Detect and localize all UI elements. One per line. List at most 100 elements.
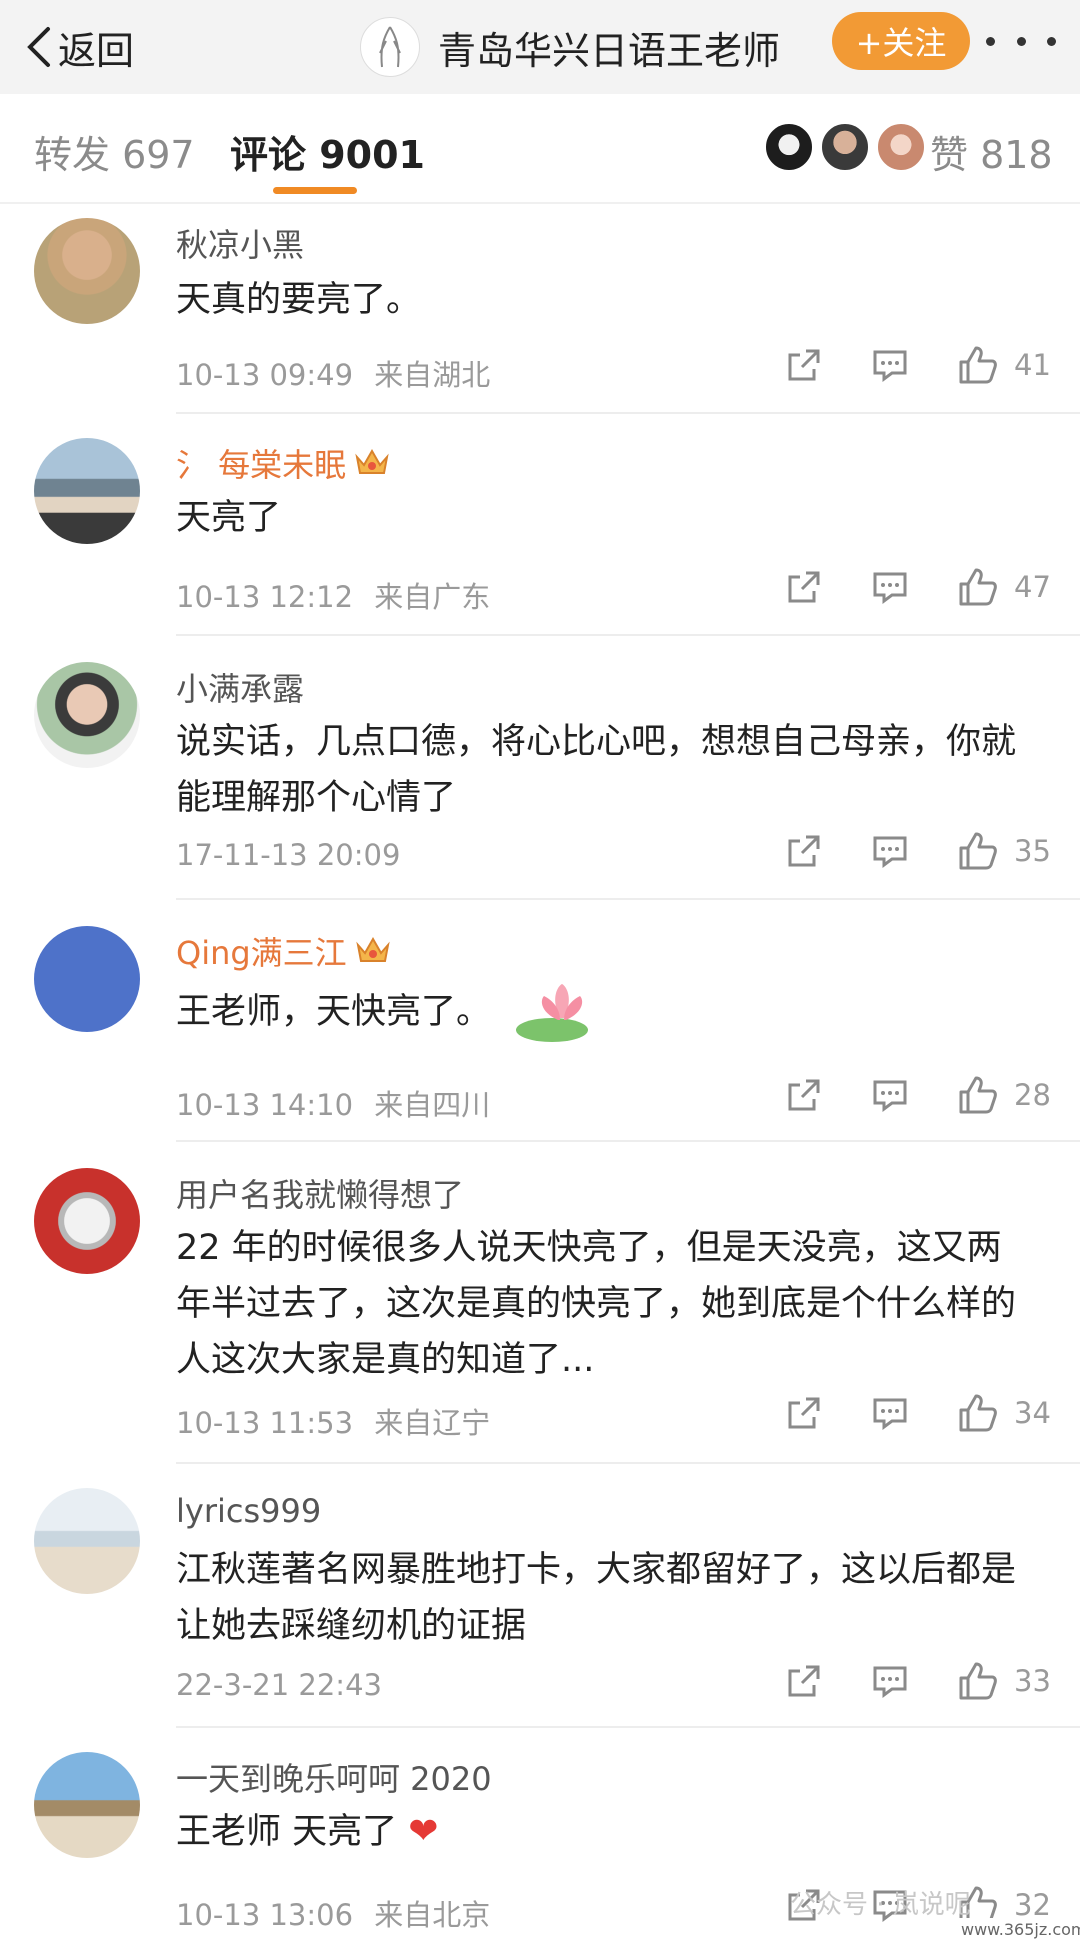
comment-username[interactable]: 用户名我就懒得想了 — [176, 1170, 464, 1216]
comment-item: lyrics999 江秋莲著名网暴胜地打卡，大家都留好了，这以后都是让她去踩缝纫… — [0, 1464, 1080, 1728]
avatar[interactable] — [764, 122, 814, 172]
comment-text: 22 年的时候很多人说天快亮了，但是天没亮，这又两年半过去了，这次是真的快亮了，… — [176, 1228, 1017, 1380]
comment-text-content: 王老师，天快亮了。 — [176, 992, 492, 1032]
comment-time: 22-3-21 22:43 — [176, 1668, 382, 1702]
comment-text: 王老师 天亮了 ❤ — [176, 1804, 1036, 1860]
like-button[interactable]: 35 — [958, 832, 1051, 870]
thumbs-up-icon — [959, 832, 997, 870]
avatar[interactable] — [34, 438, 140, 544]
comment-username[interactable]: Qing满三江 — [176, 928, 391, 974]
like-count: 28 — [1014, 1078, 1051, 1112]
comment-location: 来自湖北 — [374, 358, 491, 392]
comment-item: 秋凉小黑 天真的要亮了。 10-13 09:49 来自湖北 41 — [0, 202, 1080, 414]
comment-location: 来自四川 — [374, 1088, 491, 1122]
tab-comments[interactable]: 评论 9001 — [230, 124, 425, 179]
comment-time: 10-13 12:12 — [176, 580, 354, 614]
like-count: 47 — [1014, 570, 1051, 604]
comment-location: 来自辽宁 — [374, 1406, 491, 1440]
thumbs-up-icon — [959, 1076, 997, 1114]
like-button[interactable]: 28 — [958, 1076, 1051, 1114]
more-options-icon[interactable] — [986, 24, 1056, 58]
heart-emoji-icon: ❤ — [408, 1811, 439, 1852]
page-title: 青岛华兴日语王老师 — [438, 28, 781, 73]
comment-time: 17-11-13 20:09 — [176, 838, 401, 872]
avatar[interactable] — [876, 122, 926, 172]
top-bar: 返回 青岛华兴日语王老师 +关注 — [0, 0, 1080, 94]
comment-meta: 10-13 09:49 来自湖北 — [176, 352, 490, 394]
reply-icon[interactable] — [872, 569, 908, 605]
tab-likes[interactable]: 赞 818 — [930, 124, 1053, 179]
comment-item: 用户名我就懒得想了 22 年的时候很多人说天快亮了，但是天没亮，这又两年半过去了… — [0, 1142, 1080, 1464]
comment-actions: 34 — [786, 1394, 1051, 1432]
comment-text: 天亮了 — [176, 498, 282, 538]
comment-time: 10-13 11:53 — [176, 1406, 354, 1440]
like-button[interactable]: 41 — [958, 346, 1051, 384]
repost-icon[interactable] — [786, 347, 822, 383]
reply-icon[interactable] — [872, 833, 908, 869]
thumbs-up-icon — [959, 568, 997, 606]
repost-icon[interactable] — [786, 1077, 822, 1113]
thumbs-up-icon — [959, 1662, 997, 1700]
reply-icon[interactable] — [872, 347, 908, 383]
like-button[interactable]: 33 — [958, 1662, 1051, 1700]
tab-bar: 转发 697 评论 9001 赞 818 — [0, 94, 1080, 204]
comment-username[interactable]: lyrics999 — [176, 1492, 321, 1530]
tab-repost[interactable]: 转发 697 — [34, 124, 195, 179]
avatar[interactable] — [34, 1488, 140, 1594]
repost-icon[interactable] — [786, 833, 822, 869]
comment-meta: 10-13 13:06 来自北京 — [176, 1892, 490, 1934]
comment-actions: 41 — [786, 346, 1051, 384]
username-text: 氵 每棠未眠 — [176, 446, 347, 484]
avatar[interactable] — [820, 122, 870, 172]
reply-icon[interactable] — [872, 1077, 908, 1113]
comment-meta: 10-13 11:53 来自辽宁 — [176, 1400, 490, 1442]
comment-actions: 33 — [786, 1662, 1051, 1700]
comment-actions: 35 — [786, 832, 1051, 870]
like-count: 35 — [1014, 834, 1051, 868]
like-button[interactable]: 34 — [958, 1394, 1051, 1432]
back-label: 返回 — [58, 28, 135, 73]
follow-button[interactable]: +关注 — [832, 12, 970, 70]
chevron-left-icon — [27, 27, 50, 67]
comment-meta: 17-11-13 20:09 — [176, 838, 400, 872]
comment-username[interactable]: 小满承露 — [176, 664, 304, 710]
reply-icon[interactable] — [872, 1395, 908, 1431]
repost-icon[interactable] — [786, 1663, 822, 1699]
comment-text-content: 王老师 天亮了 — [176, 1812, 398, 1852]
comment-time: 10-13 09:49 — [176, 358, 354, 392]
avatar[interactable] — [34, 1168, 140, 1274]
comment-meta: 10-13 14:10 来自四川 — [176, 1082, 490, 1124]
comment-location: 来自广东 — [374, 580, 491, 614]
comment-item: Qing满三江 王老师，天快亮了。 10-13 14:10 来自四川 28 — [0, 900, 1080, 1142]
repost-icon[interactable] — [786, 1395, 822, 1431]
comment-item: 氵 每棠未眠 天亮了 10-13 12:12 来自广东 47 — [0, 414, 1080, 636]
back-button[interactable]: 返回 — [24, 12, 134, 82]
active-tab-indicator — [273, 187, 357, 194]
avatar[interactable] — [34, 1752, 140, 1858]
like-button[interactable]: 47 — [958, 568, 1051, 606]
reply-icon[interactable] — [872, 1663, 908, 1699]
comment-username[interactable]: 氵 每棠未眠 — [176, 440, 390, 486]
liker-avatars[interactable] — [758, 122, 926, 172]
avatar[interactable] — [34, 662, 140, 768]
like-count: 32 — [1014, 1888, 1051, 1922]
like-count: 41 — [1014, 348, 1051, 382]
repost-icon[interactable] — [786, 569, 822, 605]
watermark: 公众号 · 岚说呢 — [790, 1890, 971, 1920]
comment-meta: 22-3-21 22:43 — [176, 1668, 382, 1702]
comment-username[interactable]: 秋凉小黑 — [176, 220, 304, 266]
hands-logo-icon — [379, 26, 401, 68]
like-count: 33 — [1014, 1664, 1051, 1698]
profile-title[interactable]: 青岛华兴日语王老师 — [360, 10, 780, 84]
comment-location: 来自北京 — [374, 1898, 491, 1932]
profile-avatar[interactable] — [360, 17, 420, 77]
comment-meta: 10-13 12:12 来自广东 — [176, 574, 490, 616]
thumbs-up-icon — [959, 346, 997, 384]
comment-text: 说实话，几点口德，将心比心吧，想想自己母亲，你就能理解那个心情了 — [176, 722, 1017, 818]
comment-username[interactable]: 一天到晚乐呵呵 2020 — [176, 1754, 492, 1800]
avatar[interactable] — [34, 926, 140, 1032]
comment-text: 天真的要亮了。 — [176, 280, 422, 320]
avatar[interactable] — [34, 218, 140, 324]
comment-actions: 28 — [786, 1076, 1051, 1114]
comment-time: 10-13 13:06 — [176, 1898, 354, 1932]
